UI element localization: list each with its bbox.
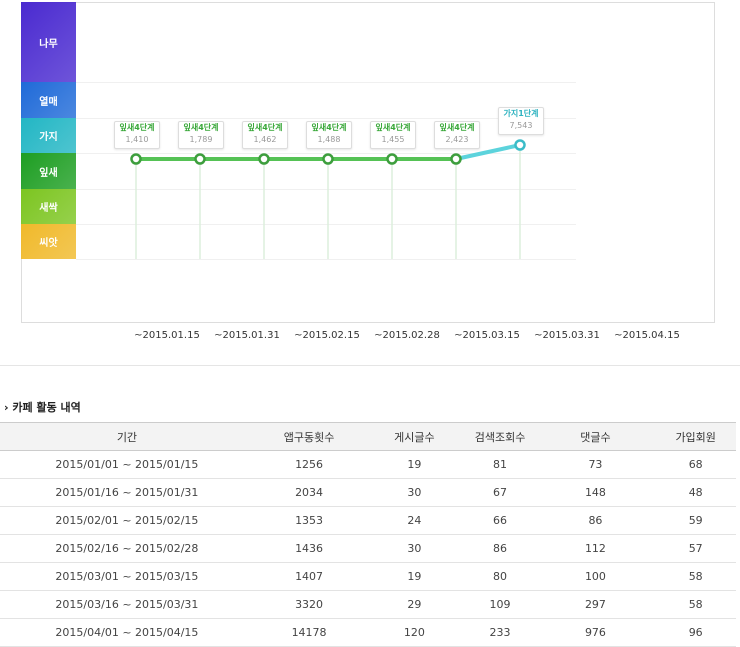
table-cell: 80 bbox=[464, 562, 536, 591]
chart-lines bbox=[130, 139, 526, 259]
column-header: 게시글수 bbox=[364, 422, 465, 451]
data-point bbox=[322, 153, 334, 165]
data-point bbox=[386, 153, 398, 165]
data-point bbox=[194, 153, 206, 165]
data-label-level: 잎새4단계 bbox=[119, 123, 155, 132]
x-tick-label: ~2015.03.31 bbox=[534, 330, 600, 341]
table-cell: 2015/04/01 ~ 2015/04/15 bbox=[0, 618, 254, 647]
table-row: 2015/02/16 ~ 2015/02/28 1436 30 86 112 57 bbox=[0, 534, 736, 563]
x-tick-label: ~2015.04.15 bbox=[614, 330, 680, 341]
table-cell: 1436 bbox=[253, 534, 365, 563]
table-row: 2015/03/16 ~ 2015/03/31 3320 29 109 297 58 bbox=[0, 590, 736, 619]
table-cell: 48 bbox=[655, 478, 736, 507]
table-row: 2015/04/01 ~ 2015/04/15 14178 120 233 976 96 bbox=[0, 618, 736, 647]
table-cell: 59 bbox=[655, 506, 736, 535]
data-label: 잎새4단계 1,455 bbox=[370, 121, 416, 149]
divider bbox=[0, 365, 740, 366]
table-cell: 58 bbox=[655, 590, 736, 619]
table-cell: 19 bbox=[364, 450, 465, 479]
column-header: 기간 bbox=[0, 422, 254, 451]
column-header: 가입회원 bbox=[655, 422, 736, 451]
table-cell: 148 bbox=[535, 478, 656, 507]
data-label-level: 잎새4단계 bbox=[311, 123, 347, 132]
table-cell: 58 bbox=[655, 562, 736, 591]
table-cell: 96 bbox=[655, 618, 736, 647]
table-cell: 66 bbox=[464, 506, 536, 535]
data-label-value: 1,410 bbox=[125, 135, 149, 144]
table-cell: 67 bbox=[464, 478, 536, 507]
chevron-right-icon: › bbox=[4, 401, 9, 414]
x-tick-label: ~2015.02.28 bbox=[374, 330, 440, 341]
table-cell: 297 bbox=[535, 590, 656, 619]
table-cell: 2034 bbox=[253, 478, 365, 507]
table-cell: 2015/02/16 ~ 2015/02/28 bbox=[0, 534, 254, 563]
table-cell: 2015/02/01 ~ 2015/02/15 bbox=[0, 506, 254, 535]
data-label-value: 1,455 bbox=[381, 135, 405, 144]
section-title: › 카페 활동 내역 bbox=[4, 401, 81, 414]
table-cell: 30 bbox=[364, 534, 465, 563]
table-cell: 2015/03/16 ~ 2015/03/31 bbox=[0, 590, 254, 619]
table-cell: 2015/01/16 ~ 2015/01/31 bbox=[0, 478, 254, 507]
table-cell: 109 bbox=[464, 590, 536, 619]
data-label-value: 7,543 bbox=[509, 121, 533, 130]
column-header: 검색조회수 bbox=[464, 422, 536, 451]
table-cell: 86 bbox=[535, 506, 656, 535]
data-label-level: 잎새4단계 bbox=[375, 123, 411, 132]
table-cell: 233 bbox=[464, 618, 536, 647]
table-cell: 24 bbox=[364, 506, 465, 535]
table-cell: 3320 bbox=[253, 590, 365, 619]
x-tick-label: ~2015.03.15 bbox=[454, 330, 520, 341]
table-cell: 1353 bbox=[253, 506, 365, 535]
data-point bbox=[450, 153, 462, 165]
data-label-level: 잎새4단계 bbox=[247, 123, 283, 132]
data-label-value: 1,462 bbox=[253, 135, 277, 144]
table-cell: 73 bbox=[535, 450, 656, 479]
data-label-value: 1,789 bbox=[189, 135, 213, 144]
table-cell: 86 bbox=[464, 534, 536, 563]
table-cell: 1256 bbox=[253, 450, 365, 479]
activity-table: 기간 앱구동횟수 게시글수 검색조회수 댓글수 가입회원 2015/01/01 ~ 201… bbox=[0, 422, 736, 647]
table-cell: 30 bbox=[364, 478, 465, 507]
x-tick-label: ~2015.01.31 bbox=[214, 330, 280, 341]
data-label-level: 잎새4단계 bbox=[439, 123, 475, 132]
data-label-value: 1,488 bbox=[317, 135, 341, 144]
data-label-level: 잎새4단계 bbox=[183, 123, 219, 132]
table-cell: 81 bbox=[464, 450, 536, 479]
data-label: 잎새4단계 1,789 bbox=[178, 121, 224, 149]
x-tick-label: ~2015.01.15 bbox=[134, 330, 200, 341]
table-cell: 19 bbox=[364, 562, 465, 591]
table-row: 2015/03/01 ~ 2015/03/15 1407 19 80 100 58 bbox=[0, 562, 736, 591]
table-cell: 57 bbox=[655, 534, 736, 563]
table-cell: 68 bbox=[655, 450, 736, 479]
data-point bbox=[258, 153, 270, 165]
table-cell: 2015/01/01 ~ 2015/01/15 bbox=[0, 450, 254, 479]
table-cell: 120 bbox=[364, 618, 465, 647]
table-cell: 112 bbox=[535, 534, 656, 563]
data-point bbox=[514, 139, 526, 151]
data-label-level: 가지1단계 bbox=[503, 109, 539, 118]
data-label: 잎새4단계 1,462 bbox=[242, 121, 288, 149]
table-row: 2015/01/01 ~ 2015/01/15 1256 19 81 73 68 bbox=[0, 450, 736, 479]
data-label: 잎새4단계 1,488 bbox=[306, 121, 352, 149]
data-label: 잎새4단계 1,410 bbox=[114, 121, 160, 149]
table-row: 2015/02/01 ~ 2015/02/15 1353 24 66 86 59 bbox=[0, 506, 736, 535]
table-cell: 29 bbox=[364, 590, 465, 619]
data-point bbox=[130, 153, 142, 165]
table-cell: 976 bbox=[535, 618, 656, 647]
table-cell: 14178 bbox=[253, 618, 365, 647]
table-cell: 100 bbox=[535, 562, 656, 591]
table-cell: 1407 bbox=[253, 562, 365, 591]
data-label: 잎새4단계 2,423 bbox=[434, 121, 480, 149]
data-label: 가지1단계 7,543 bbox=[498, 107, 544, 135]
column-header: 앱구동횟수 bbox=[253, 422, 365, 451]
table-cell: 2015/03/01 ~ 2015/03/15 bbox=[0, 562, 254, 591]
data-label-value: 2,423 bbox=[445, 135, 469, 144]
x-tick-label: ~2015.02.15 bbox=[294, 330, 360, 341]
table-row: 2015/01/16 ~ 2015/01/31 2034 30 67 148 48 bbox=[0, 478, 736, 507]
column-header: 댓글수 bbox=[535, 422, 656, 451]
